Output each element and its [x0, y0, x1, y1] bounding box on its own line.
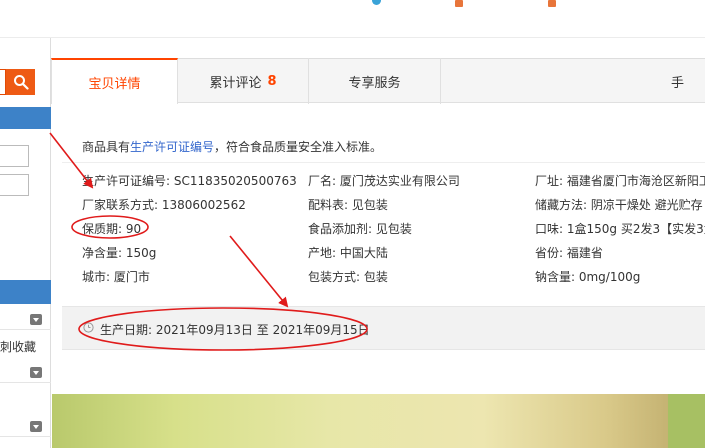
tab-reviews[interactable]: 累计评论 8: [178, 58, 309, 104]
detail-tab-bar: 宝贝详情 累计评论 8 专享服务 手: [51, 58, 705, 104]
product-detail-image: [52, 394, 668, 448]
nav-icon[interactable]: [455, 0, 463, 7]
attr-factory-name: 厂名: 厦门茂达实业有限公司: [308, 174, 460, 188]
license-link[interactable]: 生产许可证编号: [130, 140, 214, 154]
attr-city: 城市: 厦门市: [82, 270, 150, 284]
product-detail-image-edge: [668, 394, 705, 448]
tab-reviews-label: 累计评论: [209, 75, 262, 91]
sidebar-category-row[interactable]: [0, 413, 51, 437]
sidebar-category-row[interactable]: [0, 359, 51, 383]
tab-more-label: 手: [671, 75, 685, 91]
attr-contact: 厂家联系方式: 13806002562: [82, 198, 246, 212]
notice-suffix: ，符合食品质量安全准入标准。: [214, 140, 383, 154]
sidebar-section-header: [0, 280, 51, 304]
attr-origin: 产地: 中国大陆: [308, 246, 388, 260]
search-icon: [13, 75, 29, 90]
nav-icon[interactable]: [548, 0, 556, 7]
sidebar-section-header: [0, 107, 51, 129]
price-max-input[interactable]: [0, 174, 29, 196]
tab-details[interactable]: 宝贝详情: [51, 58, 178, 104]
sidebar-fav-text[interactable]: 刺收藏: [0, 338, 36, 355]
annotation-arrow: [229, 235, 289, 308]
sidebar-category-row[interactable]: [0, 306, 51, 330]
chevron-down-icon[interactable]: [30, 314, 42, 325]
tab-details-label: 宝贝详情: [88, 76, 141, 92]
clock-icon: [83, 322, 94, 333]
tab-exclusive-service[interactable]: 专享服务: [309, 58, 441, 104]
notice-prefix: 商品具有: [82, 140, 131, 154]
tab-exclusive-label: 专享服务: [348, 75, 401, 91]
attr-province: 省份: 福建省: [535, 246, 603, 260]
shop-sidebar: [0, 38, 51, 448]
attr-shelf-life: 保质期: 90: [82, 222, 142, 236]
top-nav-strip: [0, 0, 705, 38]
chevron-down-icon[interactable]: [30, 367, 42, 378]
search-button[interactable]: [6, 69, 35, 95]
price-min-input[interactable]: [0, 145, 29, 167]
attr-storage: 储藏方法: 阴凉干燥处 避光贮存: [535, 198, 703, 212]
attr-packaging: 包装方式: 包装: [308, 270, 388, 284]
attributes-divider: [62, 162, 705, 163]
attr-additives: 食品添加剂: 见包装: [308, 222, 412, 236]
nav-icon[interactable]: [372, 0, 381, 5]
production-date: 生产日期: 2021年09月13日 至 2021年09月15日: [100, 323, 370, 337]
attr-net-weight: 净含量: 150g: [82, 246, 157, 260]
attr-flavor: 口味: 1盒150g 买2发3【实发3盒: [535, 222, 705, 236]
tab-more[interactable]: 手: [671, 58, 705, 104]
attr-factory-address: 厂址: 福建省厦门市海沧区新阳工: [535, 174, 705, 188]
attr-license-number: 生产许可证编号: SC11835020500763: [82, 174, 297, 188]
attr-ingredients: 配料表: 见包装: [308, 198, 388, 212]
attr-sodium: 钠含量: 0mg/100g: [535, 270, 641, 284]
license-notice: 商品具有生产许可证编号，符合食品质量安全准入标准。: [82, 138, 382, 155]
chevron-down-icon[interactable]: [30, 421, 42, 432]
reviews-count: 8: [267, 73, 277, 89]
